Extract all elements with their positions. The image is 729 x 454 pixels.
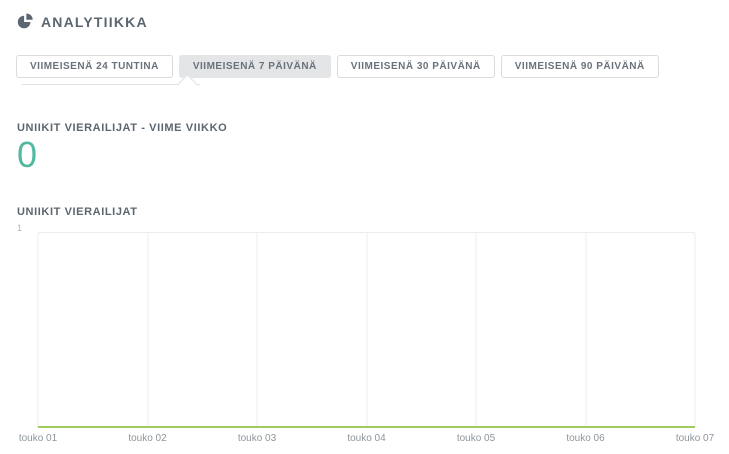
chart-x-tick-label: touko 07 <box>675 433 715 444</box>
chart-data-line <box>38 426 695 428</box>
chart-x-tick-label: touko 02 <box>128 433 167 444</box>
chart-x-tick-label: touko 04 <box>347 433 386 444</box>
chart-plot-area <box>37 232 696 428</box>
stat-value: 0 <box>17 134 38 175</box>
chart-y-tick-label: 1 <box>17 223 23 233</box>
tab-divider <box>22 74 200 93</box>
chart-x-labels: touko 01 touko 02 touko 03 touko 04 touko 05… <box>19 433 714 447</box>
chart-x-tick-label: touko 06 <box>566 433 605 444</box>
tab-last-30-days[interactable]: VIIMEISENÄ 30 PÄIVÄNÄ <box>336 55 495 78</box>
tab-last-7-days[interactable]: VIIMEISENÄ 7 PÄIVÄNÄ <box>178 55 331 78</box>
tab-last-24-hours[interactable]: VIIMEISENÄ 24 TUNTINA <box>16 55 173 78</box>
chart-x-tick-label: touko 03 <box>237 433 277 444</box>
chart-x-tick-label: touko 05 <box>456 433 496 444</box>
app-header: ANALYTIIKKA <box>16 13 148 31</box>
stat-label: UNIIKIT VIERAILIJAT - VIIME VIIKKO <box>17 122 228 134</box>
chart-title: UNIIKIT VIERAILIJAT <box>17 206 138 218</box>
tab-last-90-days[interactable]: VIIMEISENÄ 90 PÄIVÄNÄ <box>500 55 659 78</box>
page-title: ANALYTIIKKA <box>41 14 148 30</box>
pie-chart-icon <box>16 13 34 31</box>
chart-x-tick-label: touko 01 <box>18 433 58 444</box>
time-range-tabs: VIIMEISENÄ 24 TUNTINA VIIMEISENÄ 7 PÄIVÄ… <box>16 55 659 78</box>
